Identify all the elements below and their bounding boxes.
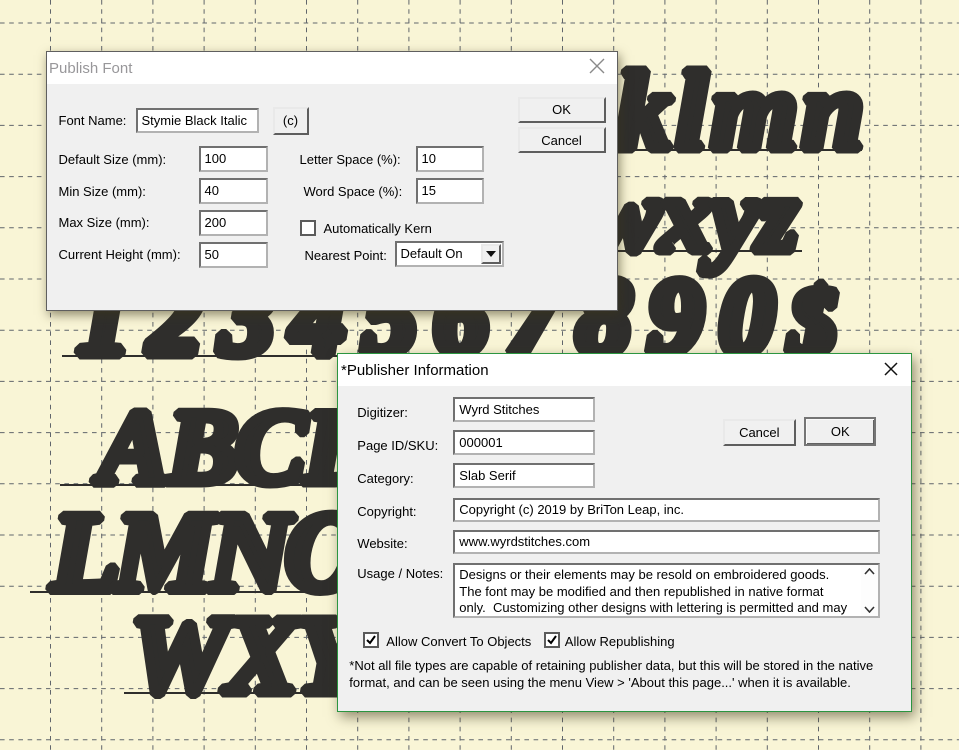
svg-text:klmn: klmn — [616, 50, 868, 174]
svg-text:WXY: WXY — [130, 594, 372, 717]
